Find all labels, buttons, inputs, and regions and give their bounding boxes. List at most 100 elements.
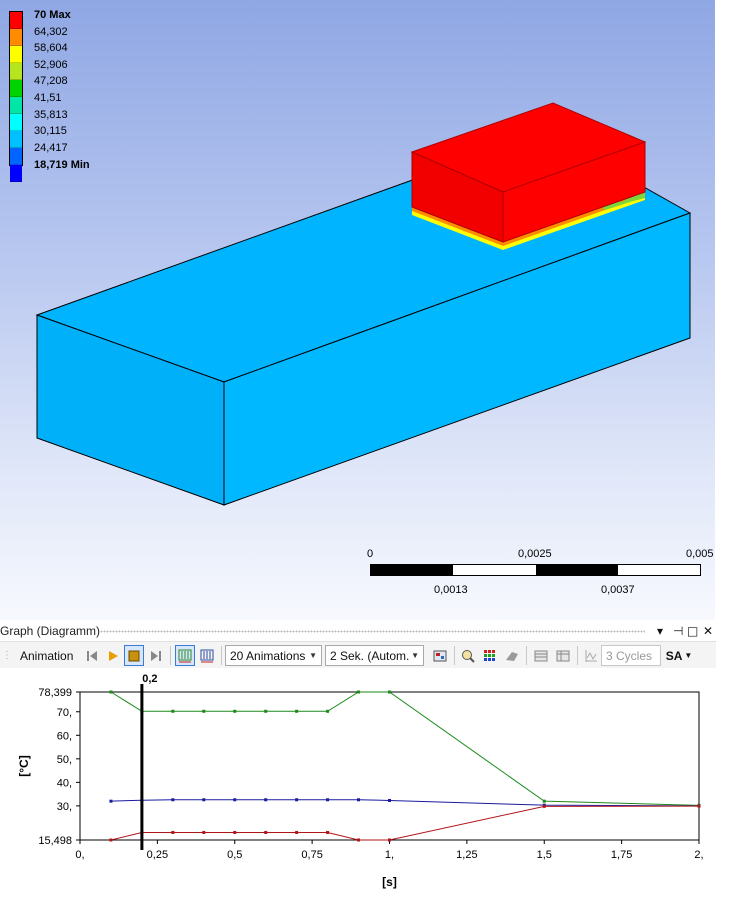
legend-label: 52,906 xyxy=(34,59,68,71)
x-tick-label: 1,5 xyxy=(537,849,552,861)
x-tick-label: 0, xyxy=(75,849,84,861)
legend-label: 41,51 xyxy=(34,92,62,104)
data-point xyxy=(109,690,113,694)
x-tick-label: 0,25 xyxy=(147,849,168,861)
scale-label: 0,0037 xyxy=(601,584,635,596)
data-point xyxy=(171,709,175,713)
data-point xyxy=(388,798,391,802)
data-point xyxy=(357,798,361,802)
data-point xyxy=(233,798,237,802)
legend-min-label: 18,719 Min xyxy=(34,159,90,171)
legend-swatch xyxy=(10,63,22,80)
data-point xyxy=(326,798,330,802)
data-point xyxy=(233,709,237,713)
contour-result-icon[interactable] xyxy=(197,645,217,666)
data-point xyxy=(109,838,113,842)
data-point xyxy=(202,798,206,802)
legend-max-label: 70 Max xyxy=(34,9,71,21)
data-point xyxy=(264,830,268,834)
legend-color-bar xyxy=(9,11,23,182)
pin-icon[interactable]: ⊣ xyxy=(673,624,683,638)
duration-select[interactable]: 2 Sek. (Autom. ▼ xyxy=(325,645,424,666)
legend-label: 64,302 xyxy=(34,26,68,38)
plot-area xyxy=(79,691,700,841)
model-viewport[interactable]: 70 Max 64,302 58,604 52,906 47,208 41,51… xyxy=(0,0,715,620)
x-tick-label: 1,25 xyxy=(456,849,477,861)
scale-label: 0,0025 xyxy=(518,548,552,560)
legend-swatch xyxy=(10,46,22,63)
chevron-down-icon: ▼ xyxy=(411,651,419,660)
scale-bar xyxy=(370,564,701,576)
data-point xyxy=(202,830,206,834)
legend-swatch xyxy=(10,80,22,97)
cycles-field[interactable]: 3 Cycles xyxy=(601,645,661,666)
legend-swatch xyxy=(10,97,22,114)
legend-label: 58,604 xyxy=(34,42,68,54)
data-point xyxy=(542,804,546,808)
graph-panel-header: Graph (Diagramm) ▾ ⊣ □ ✕ xyxy=(0,621,736,641)
next-frame-icon[interactable] xyxy=(146,645,166,666)
legend-swatch xyxy=(10,12,22,29)
panel-title: Graph (Diagramm) xyxy=(0,624,101,638)
data-point xyxy=(295,709,299,713)
y-tick-label: 78,399 xyxy=(38,687,72,699)
legend-label: 30,115 xyxy=(34,125,67,137)
data-point xyxy=(109,799,113,803)
frames-select[interactable]: 20 Animations ▼ xyxy=(225,645,322,666)
stop-icon[interactable] xyxy=(124,645,144,666)
legend-color-icon[interactable] xyxy=(480,645,500,666)
animation-label: Animation xyxy=(20,648,74,663)
contour-distributed-icon[interactable] xyxy=(175,645,195,666)
data-point xyxy=(697,804,701,808)
legend-swatch xyxy=(10,148,22,165)
zoom-fit-icon[interactable] xyxy=(458,645,478,666)
data-point xyxy=(264,798,268,802)
scale-label: 0 xyxy=(367,548,374,560)
legend-label: 24,417 xyxy=(34,142,68,154)
y-tick-label: 15,498 xyxy=(38,835,72,847)
temperature-chart[interactable]: 78,399 70, 60, 50, 40, 30, 15,4980, 0,25 0,5 0,75… xyxy=(0,668,716,907)
probe-icon[interactable] xyxy=(502,645,522,666)
time-cursor-label: 0,2 xyxy=(142,673,157,685)
model-geometry xyxy=(35,102,692,506)
temperature-graph[interactable]: 78,399 70, 60, 50, 40, 30, 15,498 0, 0,25 0,5 0,75… xyxy=(0,668,716,907)
scale-label: 0,005 xyxy=(686,548,714,560)
chevron-down-icon: ▼ xyxy=(309,651,317,660)
data-point xyxy=(295,798,299,802)
panel-grip[interactable] xyxy=(100,630,645,633)
y-tick-label: 70, xyxy=(57,707,72,719)
first-frame-icon[interactable] xyxy=(82,645,102,666)
legend-label: 47,208 xyxy=(34,75,68,87)
play-icon[interactable] xyxy=(103,645,123,666)
table-icon[interactable] xyxy=(531,645,551,666)
y-tick-label: 50, xyxy=(57,754,72,766)
y-tick-label: 40, xyxy=(57,777,72,789)
data-point xyxy=(326,830,330,834)
data-point xyxy=(264,709,268,713)
panel-menu-icon[interactable]: ▾ xyxy=(657,624,663,638)
data-point xyxy=(326,709,330,713)
data-point xyxy=(171,830,175,834)
table-export-icon[interactable] xyxy=(553,645,573,666)
x-axis-label: [s] xyxy=(382,875,397,889)
data-point xyxy=(295,830,299,834)
close-icon[interactable]: ✕ xyxy=(703,624,713,638)
legend-swatch xyxy=(10,165,22,182)
x-tick-label: 0,5 xyxy=(227,849,242,861)
data-point xyxy=(171,798,175,802)
legend-swatch xyxy=(10,131,22,148)
y-axis-label: [°C] xyxy=(17,755,31,776)
toolbar-grip[interactable]: ⋮ xyxy=(2,645,12,666)
legend-label: 35,813 xyxy=(34,109,68,121)
scale-label: 0,0013 xyxy=(434,584,468,596)
export-video-icon[interactable] xyxy=(430,645,450,666)
y-tick-label: 60, xyxy=(57,730,72,742)
data-point xyxy=(233,830,237,834)
data-point xyxy=(542,799,546,803)
maximize-icon[interactable]: □ xyxy=(687,624,698,638)
data-point xyxy=(388,690,391,694)
data-point xyxy=(202,709,206,713)
cycles-icon[interactable] xyxy=(581,645,601,666)
animation-toolbar: ⋮ Animation 20 Animations ▼ 2 Sek. (Autom… xyxy=(0,641,716,670)
sa-dropdown[interactable]: SA ▼ xyxy=(665,645,693,666)
